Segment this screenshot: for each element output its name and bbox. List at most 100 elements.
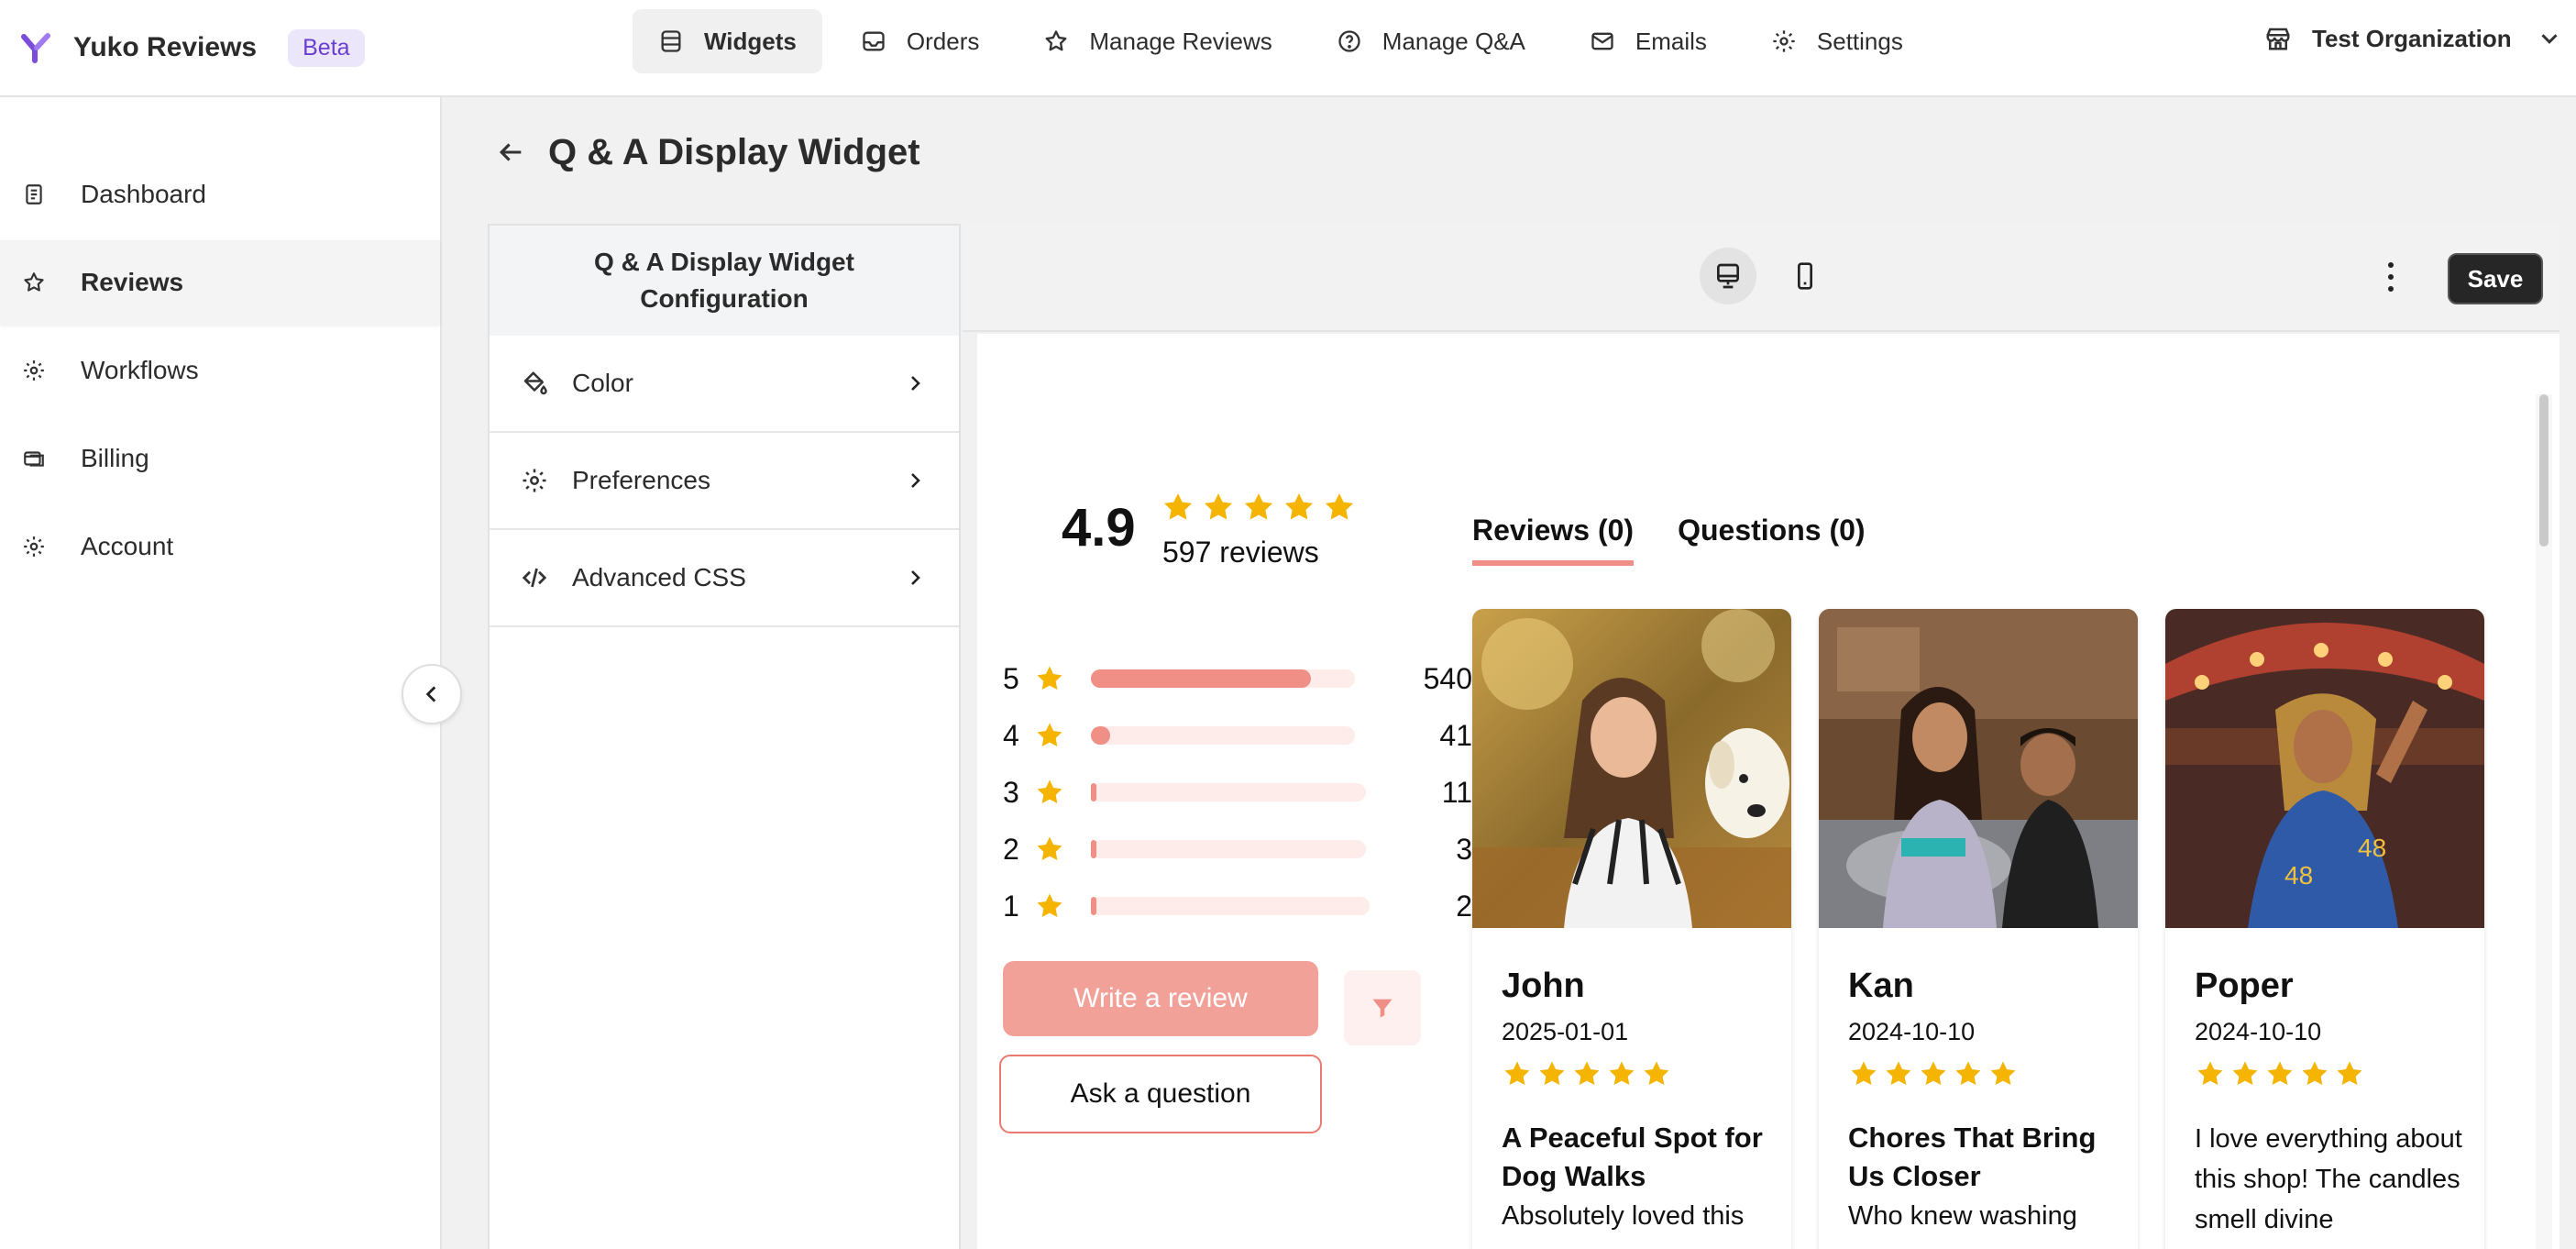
sidebar-item-workflows[interactable]: Workflows bbox=[0, 328, 440, 413]
sidebar-item-billing[interactable]: Billing bbox=[0, 416, 440, 501]
average-rating: 4.9 bbox=[1062, 498, 1136, 558]
chevron-right-icon bbox=[911, 570, 920, 585]
gear-icon bbox=[24, 536, 44, 557]
save-button[interactable]: Save bbox=[2448, 253, 2543, 304]
topnav-manage-qa[interactable]: Manage Q&A bbox=[1311, 9, 1551, 73]
average-rating-stars bbox=[1161, 490, 1362, 525]
review-body: Absolutely loved this bbox=[1502, 1201, 1745, 1231]
review-card[interactable]: 48 48 Poper 2024-10-10 I love everything… bbox=[2165, 609, 2484, 1249]
gear-icon bbox=[1773, 30, 1795, 52]
topnav-label: Orders bbox=[906, 27, 980, 55]
review-date: 2025-01-01 bbox=[1502, 1018, 1629, 1045]
mobile-icon bbox=[1798, 262, 1812, 290]
distribution-star-level: 1 bbox=[1003, 889, 1019, 923]
mobile-view-button[interactable] bbox=[1777, 248, 1833, 304]
desktop-view-button[interactable] bbox=[1700, 248, 1756, 304]
star-icon bbox=[1504, 1061, 1530, 1086]
star-icon bbox=[1284, 492, 1314, 520]
star-icon bbox=[1990, 1061, 2016, 1086]
preview-scrollbar[interactable] bbox=[2539, 394, 2548, 547]
chevron-right-icon bbox=[911, 376, 920, 391]
review-card[interactable]: John 2025-01-01 A Peaceful Spot for Dog … bbox=[1472, 609, 1791, 1249]
distribution-row[interactable]: 4 41 bbox=[1003, 717, 1480, 754]
config-item-label: Advanced CSS bbox=[572, 563, 746, 591]
sidebar-item-label: Reviews bbox=[81, 268, 184, 296]
distribution-bar-track bbox=[1091, 783, 1366, 801]
top-nav: Widgets Orders Manage Reviews Manage Q&A… bbox=[633, 9, 1942, 73]
star-icon bbox=[1163, 492, 1193, 520]
page-title: Q & A Display Widget bbox=[548, 131, 920, 172]
topnav-label: Settings bbox=[1816, 27, 1903, 55]
review-photo-family-kitchen bbox=[1819, 609, 2138, 928]
topnav-manage-reviews[interactable]: Manage Reviews bbox=[1018, 9, 1297, 73]
top-bar: Yuko Reviews Beta Widgets Orders Manage … bbox=[0, 0, 2576, 97]
sidebar: Dashboard Reviews Workflows Billing Acco… bbox=[0, 97, 442, 1249]
star-icon bbox=[1609, 1061, 1635, 1086]
brand-name: Yuko Reviews bbox=[73, 32, 258, 62]
star-icon bbox=[1037, 723, 1062, 747]
review-photo-woman-carousel: 48 48 bbox=[2165, 609, 2484, 928]
widget-preview: 4.9 597 reviews 5 540 4 41 3 11 2 3 1 2 Write a r… bbox=[977, 334, 2559, 1249]
config-item-advanced-css[interactable]: Advanced CSS bbox=[490, 530, 959, 627]
sidebar-item-reviews[interactable]: Reviews bbox=[0, 240, 440, 325]
config-panel: Q & A Display Widget Configuration Color… bbox=[488, 224, 961, 1249]
tab-questions[interactable]: Questions (0) bbox=[1678, 514, 1865, 566]
review-stars bbox=[2195, 1058, 2369, 1089]
back-arrow-icon[interactable] bbox=[495, 137, 526, 168]
more-options-icon[interactable] bbox=[2382, 257, 2400, 297]
review-body: I love everything about this shop! The c… bbox=[2195, 1124, 2462, 1234]
topnav-emails[interactable]: Emails bbox=[1564, 9, 1733, 73]
tab-reviews[interactable]: Reviews (0) bbox=[1472, 514, 1635, 566]
distribution-bar-fill bbox=[1091, 897, 1096, 915]
distribution-bar-track bbox=[1091, 726, 1355, 745]
review-photo-woman-with-dog bbox=[1472, 609, 1791, 928]
review-stars bbox=[1848, 1058, 2022, 1089]
distribution-count: 2 bbox=[1456, 889, 1472, 923]
billing-icon bbox=[24, 451, 44, 467]
topnav-settings[interactable]: Settings bbox=[1745, 9, 1929, 73]
reviewer-name: John bbox=[1502, 967, 1585, 1005]
star-icon bbox=[1037, 893, 1062, 918]
star-icon bbox=[1574, 1061, 1600, 1086]
star-icon bbox=[2337, 1061, 2362, 1086]
reviewer-name: Kan bbox=[1848, 967, 1914, 1005]
filter-icon bbox=[1372, 999, 1393, 1018]
distribution-bar-fill bbox=[1091, 840, 1096, 858]
gear-icon bbox=[523, 469, 546, 492]
topnav-label: Emails bbox=[1635, 27, 1707, 55]
question-icon bbox=[1338, 30, 1360, 52]
review-card[interactable]: Kan 2024-10-10 Chores That Bring Us Clos… bbox=[1819, 609, 2138, 1249]
config-item-label: Preferences bbox=[572, 466, 710, 494]
star-icon bbox=[1955, 1061, 1981, 1086]
sidebar-item-dashboard[interactable]: Dashboard bbox=[0, 152, 440, 237]
sidebar-item-account[interactable]: Account bbox=[0, 504, 440, 589]
distribution-bar-track bbox=[1091, 897, 1370, 915]
distribution-star-level: 3 bbox=[1003, 775, 1019, 809]
distribution-row[interactable]: 3 11 bbox=[1003, 774, 1480, 811]
distribution-row[interactable]: 23 bbox=[1003, 831, 1480, 868]
sidebar-item-label: Billing bbox=[81, 444, 149, 472]
filter-button[interactable] bbox=[1344, 970, 1421, 1045]
distribution-count: 11 bbox=[1441, 775, 1472, 809]
code-icon bbox=[522, 568, 547, 588]
star-icon bbox=[1539, 1061, 1565, 1086]
distribution-bar-fill bbox=[1091, 669, 1311, 688]
topnav-orders[interactable]: Orders bbox=[835, 9, 1005, 73]
yuko-logo-icon bbox=[21, 33, 50, 63]
config-item-preferences[interactable]: Preferences bbox=[490, 433, 959, 530]
star-icon bbox=[1921, 1061, 1946, 1086]
distribution-row[interactable]: 12 bbox=[1003, 888, 1480, 924]
write-review-button[interactable]: Write a review bbox=[1003, 961, 1318, 1036]
distribution-count: 540 bbox=[1423, 661, 1472, 695]
star-icon bbox=[2232, 1061, 2258, 1086]
topnav-widgets[interactable]: Widgets bbox=[633, 9, 822, 73]
organization-name: Test Organization bbox=[2312, 24, 2512, 52]
collapse-sidebar-button[interactable] bbox=[402, 664, 462, 724]
distribution-row[interactable]: 5 540 bbox=[1003, 660, 1480, 697]
config-item-color[interactable]: Color bbox=[490, 336, 959, 433]
review-body: Who knew washing bbox=[1848, 1201, 2077, 1231]
organization-switcher[interactable]: Test Organization bbox=[2264, 9, 2563, 68]
brand[interactable]: Yuko Reviews Beta bbox=[20, 20, 365, 75]
widget-tabs: Reviews (0) Questions (0) bbox=[1472, 514, 1910, 566]
ask-question-button[interactable]: Ask a question bbox=[999, 1055, 1322, 1133]
